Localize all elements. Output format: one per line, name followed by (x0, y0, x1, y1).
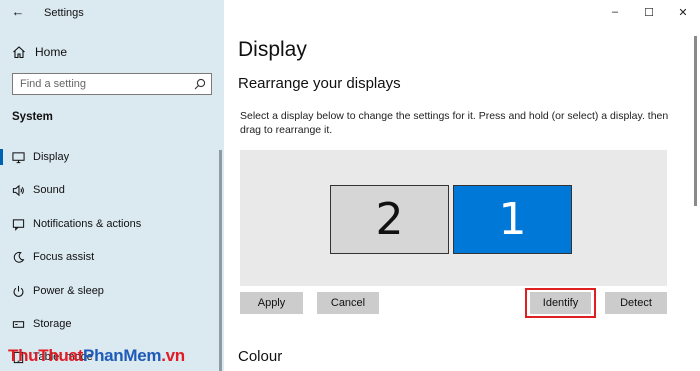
moon-icon (11, 250, 25, 264)
sidebar-scrollbar[interactable] (219, 150, 222, 371)
back-arrow-icon: ← (11, 4, 25, 19)
storage-icon (11, 317, 25, 331)
sidebar-item-label: Storage (33, 318, 72, 330)
maximize-button[interactable]: ☐ (632, 0, 666, 24)
sidebar-item-label: Power & sleep (33, 285, 104, 297)
display-arrangement-area[interactable]: 2 1 (240, 150, 667, 286)
section-heading-rearrange: Rearrange your displays (238, 75, 401, 92)
sidebar-item-storage[interactable]: Storage (0, 310, 220, 338)
page-title: Display (238, 38, 307, 61)
display-1-tile[interactable]: 1 (453, 185, 572, 254)
close-button[interactable]: ✕ (666, 0, 700, 24)
watermark-part1: ThuThuat (8, 346, 84, 365)
identify-button[interactable]: Identify (530, 292, 591, 314)
notifications-icon (11, 217, 25, 231)
watermark-logo: ThuThuatPhanMem.vn (8, 346, 185, 366)
window-controls: – ☐ ✕ (598, 0, 700, 24)
search-input[interactable] (13, 74, 189, 94)
minimize-button[interactable]: – (598, 0, 632, 24)
monitor-icon (11, 150, 25, 164)
back-button[interactable]: ← (8, 4, 28, 20)
speaker-icon (11, 183, 25, 197)
sidebar-item-label: Display (33, 151, 70, 163)
sidebar-item-sound[interactable]: Sound (0, 176, 220, 204)
sidebar-item-label: Focus assist (33, 251, 95, 263)
title-bar: ← Settings (0, 0, 224, 26)
app-title: Settings (44, 7, 84, 19)
sidebar-item-label: Sound (33, 184, 65, 196)
maximize-icon: ☐ (644, 6, 654, 19)
display-number: 2 (375, 194, 404, 245)
watermark-part3: .vn (161, 346, 185, 365)
main-scrollbar[interactable] (694, 36, 697, 206)
home-link[interactable]: Home (12, 42, 67, 62)
home-label: Home (35, 45, 68, 59)
cancel-button[interactable]: Cancel (317, 292, 379, 314)
search-box[interactable] (12, 73, 212, 95)
search-icon[interactable] (194, 78, 206, 90)
sidebar: ← Settings Home System Display Sound (0, 0, 224, 371)
sidebar-item-display[interactable]: Display (0, 143, 220, 171)
main-content: – ☐ ✕ Display Rearrange your displays Se… (224, 0, 700, 371)
section-heading-colour: Colour (238, 348, 283, 365)
section-label-system: System (12, 111, 53, 123)
sidebar-item-label: Notifications & actions (33, 218, 142, 230)
display-2-tile[interactable]: 2 (330, 185, 449, 254)
home-icon (13, 46, 25, 59)
watermark-part2: PhanMem (83, 346, 162, 365)
apply-button[interactable]: Apply (240, 292, 303, 314)
sidebar-item-notifications[interactable]: Notifications & actions (0, 210, 220, 238)
close-icon: ✕ (678, 6, 688, 19)
detect-button[interactable]: Detect (605, 292, 667, 314)
minimize-icon: – (611, 6, 619, 18)
power-icon (11, 284, 25, 298)
rearrange-description: Select a display below to change the set… (240, 110, 669, 136)
sidebar-item-focus-assist[interactable]: Focus assist (0, 243, 220, 271)
sidebar-item-power-sleep[interactable]: Power & sleep (0, 277, 220, 305)
display-number: 1 (498, 194, 527, 245)
